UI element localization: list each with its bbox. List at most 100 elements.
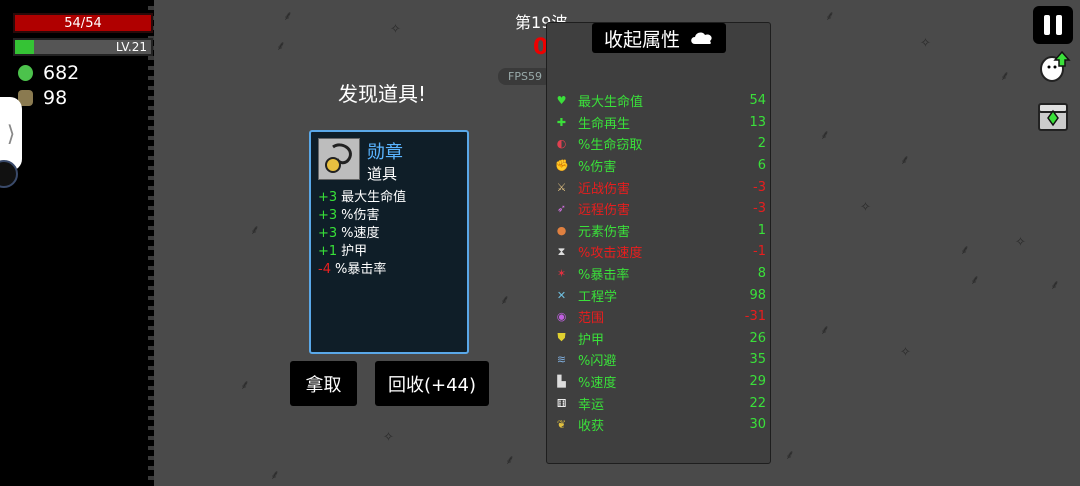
stat-row: ➶ 远程伤害 -3	[555, 198, 766, 220]
damage-icon: ✊	[555, 159, 569, 173]
material-icon	[18, 65, 33, 81]
stat-value: 29	[749, 374, 766, 390]
cloud-icon	[691, 32, 712, 44]
stat-label: %闪避	[578, 354, 617, 370]
ground-deco: ⸙	[276, 39, 286, 54]
engineering-icon: ✕	[556, 288, 567, 302]
arena-edge	[148, 0, 154, 486]
stat-row: ⚅ 幸运 22	[555, 392, 766, 414]
regen-icon: ✚	[556, 115, 567, 129]
stat-label: %暴击率	[578, 268, 630, 284]
experience-bar: LV.21	[13, 38, 153, 56]
stat-row: ▙ %速度 29	[555, 371, 766, 393]
item-stat-row: +3 最大生命值	[318, 189, 406, 207]
crit-icon: ✶	[556, 267, 567, 281]
ground-deco: ⸙	[1050, 278, 1060, 293]
stat-label: 元素伤害	[578, 224, 631, 240]
stat-label: %生命窃取	[578, 138, 643, 154]
pause-icon	[1056, 15, 1062, 35]
stat-value: -1	[753, 244, 766, 260]
collapse-stats-label: 收起属性	[603, 28, 680, 51]
item-stat-value: +3	[318, 190, 338, 205]
stat-row: ◉ 范围 -31	[555, 306, 766, 328]
harvest-icon: ❦	[556, 418, 567, 432]
item-stat-row: +1 护甲	[318, 243, 406, 261]
item-stat-row: +3 %伤害	[318, 207, 406, 225]
ground-deco: ⸙	[900, 153, 910, 168]
stat-row: ✕ 工程学 98	[555, 284, 766, 306]
ground-deco: ⸙	[240, 378, 250, 393]
item-stat-value: +1	[318, 244, 338, 259]
stat-value: 54	[749, 93, 766, 109]
ground-deco: ✧	[1015, 235, 1026, 250]
ground-deco: ✧	[390, 22, 401, 37]
stat-row: ◐ %生命窃取 2	[555, 133, 766, 155]
bag-counter: 98	[18, 87, 67, 109]
item-stat-list: +3 最大生命值 +3 %伤害 +3 %速度 +1 护甲 -4 %暴击率	[318, 189, 406, 279]
experience-fill	[15, 40, 35, 54]
collapse-stats-button[interactable]: 收起属性	[592, 23, 726, 53]
stat-row: ⧗ %攻击速度 -1	[555, 241, 766, 263]
stat-value: 8	[757, 266, 766, 282]
lifesteal-icon: ◐	[556, 137, 567, 151]
item-stat-value: +3	[318, 208, 338, 223]
materials-value: 682	[43, 62, 80, 84]
materials-counter: 682	[18, 62, 79, 84]
ground-deco: ⸙	[270, 468, 280, 483]
stat-row: ♥ 最大生命值 54	[555, 90, 766, 112]
stat-row: ❦ 收获 30	[555, 414, 766, 436]
stat-value: 98	[749, 287, 766, 303]
ground-deco: ⸙	[820, 128, 830, 143]
item-type: 道具	[367, 165, 398, 183]
item-stat-label: 护甲	[341, 244, 368, 259]
stats-panel: 收起属性 ♥ 最大生命值 54 ✚ 生命再生 13 ◐ %生命窃取 2 ✊ %伤害 6 ⚔ 近战伤害 -3 ➶…	[546, 22, 771, 464]
item-stat-row: -4 %暴击率	[318, 261, 406, 279]
stat-label: %速度	[578, 376, 617, 392]
stat-value: 22	[749, 395, 766, 411]
stat-label: 工程学	[578, 289, 618, 305]
stats-list: ♥ 最大生命值 54 ✚ 生命再生 13 ◐ %生命窃取 2 ✊ %伤害 6 ⚔ 近战伤害 -3 ➶ 远程伤害 -…	[555, 90, 766, 436]
health-bar: 54/54	[13, 13, 153, 33]
stat-value: -31	[744, 309, 766, 325]
item-stat-row: +3 %速度	[318, 225, 406, 243]
stat-value: -3	[753, 201, 766, 217]
stat-label: 远程伤害	[578, 203, 631, 219]
melee-icon: ⚔	[556, 180, 567, 194]
item-stat-label: %速度	[341, 226, 380, 241]
pause-button[interactable]	[1033, 6, 1073, 44]
stat-value: 6	[757, 158, 766, 174]
stat-row: ≋ %闪避 35	[555, 349, 766, 371]
recycle-button[interactable]: 回收(+44)	[375, 361, 489, 406]
stat-label: 生命再生	[578, 116, 631, 132]
ground-deco: ⸙	[250, 223, 260, 238]
ground-deco: ✧	[860, 200, 871, 215]
stat-label: 范围	[578, 311, 605, 327]
stat-row: ✚ 生命再生 13	[555, 112, 766, 134]
ground-deco: ✧	[920, 36, 931, 51]
take-button[interactable]: 拿取	[290, 361, 357, 406]
ground-deco: ⸙	[283, 9, 293, 24]
stat-label: 最大生命值	[578, 95, 644, 111]
stat-label: 收获	[578, 419, 605, 435]
stat-value: 30	[749, 417, 766, 433]
stat-value: 26	[749, 330, 766, 346]
ground-deco: ⸙	[785, 448, 795, 463]
dodge-icon: ≋	[556, 353, 567, 367]
stat-row: ✊ %伤害 6	[555, 155, 766, 177]
health-text: 54/54	[64, 16, 102, 31]
ground-deco: ⸙	[970, 273, 980, 288]
stat-value: -3	[753, 179, 766, 195]
level-up-icon[interactable]	[1036, 48, 1072, 84]
item-found-title: 发现道具!	[338, 82, 427, 106]
hourglass-icon: ⧗	[557, 244, 566, 258]
stat-label: 护甲	[578, 332, 605, 348]
armor-icon: ⛊	[557, 331, 566, 345]
fps-counter: FPS59	[498, 68, 552, 85]
ground-deco: ✧	[900, 345, 911, 360]
chevron-right-icon: ⟩	[6, 121, 16, 147]
crate-icon[interactable]	[1035, 98, 1071, 134]
heart-icon: ♥	[556, 94, 567, 108]
pause-icon	[1044, 15, 1050, 35]
item-name: 勋章	[367, 142, 403, 163]
ground-deco: ⸙	[1000, 69, 1010, 84]
